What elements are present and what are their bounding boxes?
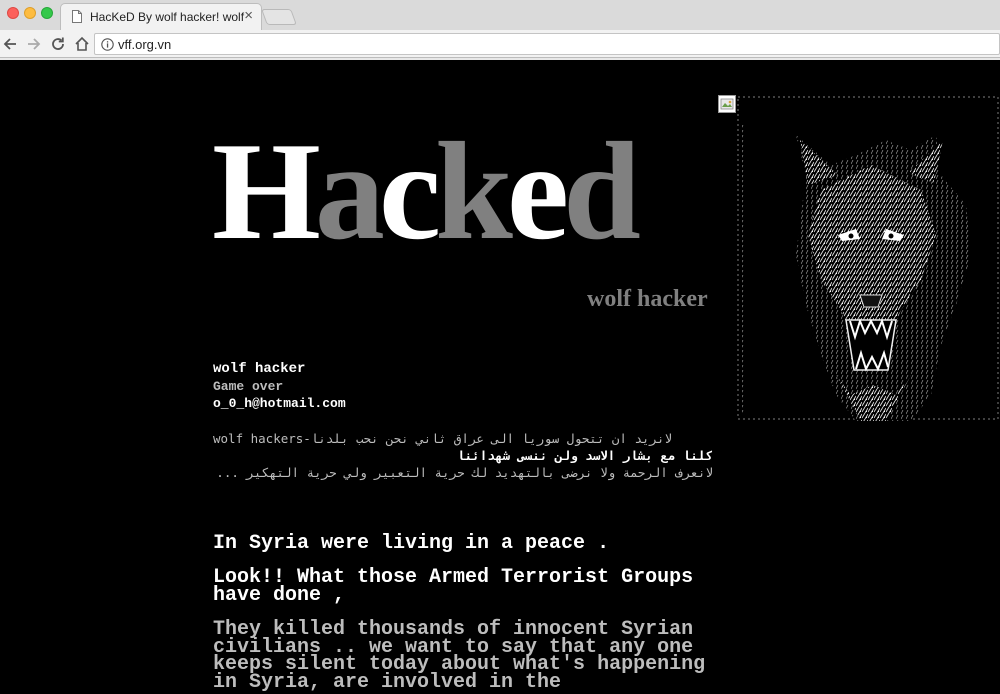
hacked-headline: Hacked xyxy=(212,122,641,262)
broken-image-icon xyxy=(718,95,736,113)
forward-arrow-icon[interactable] xyxy=(25,35,43,53)
browser-tab[interactable]: HacKeD By wolf hacker! wolf × xyxy=(60,3,262,30)
message-paragraph: They killed thousands of innocent Syrian… xyxy=(213,618,706,694)
signature: wolf hacker xyxy=(587,286,708,312)
browser-chrome: HacKeD By wolf hacker! wolf × vff.org.vn xyxy=(0,0,1000,60)
headline-letter: k xyxy=(435,114,513,269)
info-icon[interactable] xyxy=(101,38,114,51)
tab-close-button[interactable]: × xyxy=(244,8,253,24)
back-arrow-icon[interactable] xyxy=(1,35,19,53)
arabic-line: wolf hackers-لانريد ان تتحول سوريا الى ع… xyxy=(213,431,673,446)
tab-title: HacKeD By wolf hacker! wolf xyxy=(90,10,245,24)
message-paragraph: In Syria were living in a peace . xyxy=(213,532,610,555)
arabic-line: لانعرف الرحمة ولا نرضى بالتهديد لك حرية … xyxy=(216,465,713,480)
wolf-head-image xyxy=(736,95,1000,421)
headline-letter: c xyxy=(378,114,441,269)
message-paragraph: Look!! What those Armed Terrorist Groups… xyxy=(213,566,694,607)
hacker-info: wolf hacker Game over o_0_h@hotmail.com xyxy=(213,361,723,412)
tab-strip: HacKeD By wolf hacker! wolf × xyxy=(0,0,1000,30)
url-text: vff.org.vn xyxy=(118,37,172,52)
status-text: Game over xyxy=(213,379,284,394)
arabic-message: wolf hackers-لانريد ان تتحول سوريا الى ع… xyxy=(213,430,713,481)
headline-letter: d xyxy=(563,114,641,269)
new-tab-button[interactable] xyxy=(261,9,297,25)
headline-letter: a xyxy=(314,114,385,269)
headline-letter: e xyxy=(506,114,569,269)
close-window-button[interactable] xyxy=(7,7,19,19)
hacked-page: Hacked wolf hacker wolf hacker Game over… xyxy=(0,60,1000,694)
arabic-line: كلنا مع بشار الاسد ولن ننسى شهدائنا xyxy=(457,448,713,463)
headline-letter: H xyxy=(212,114,321,269)
home-icon[interactable] xyxy=(73,35,91,53)
minimize-window-button[interactable] xyxy=(24,7,36,19)
maximize-window-button[interactable] xyxy=(41,7,53,19)
contact-email: o_0_h@hotmail.com xyxy=(213,396,346,411)
reload-icon[interactable] xyxy=(49,35,67,53)
page-icon xyxy=(72,10,82,23)
address-bar[interactable]: vff.org.vn xyxy=(94,33,1000,55)
hacker-name: wolf hacker xyxy=(213,361,306,377)
toolbar: vff.org.vn xyxy=(0,30,1000,58)
